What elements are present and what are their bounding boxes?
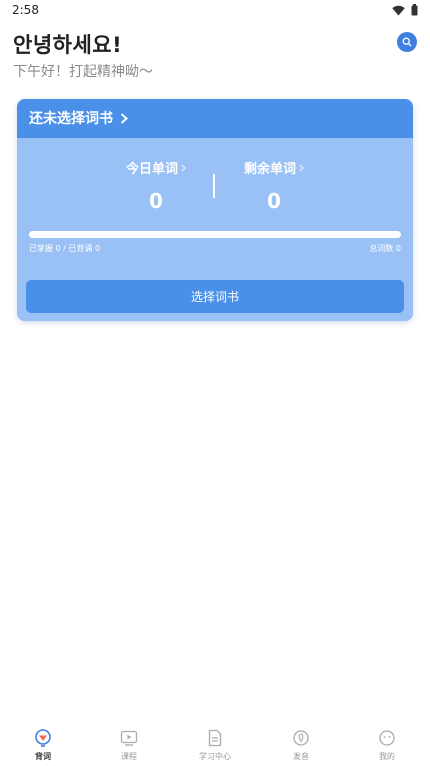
- nav-item-profile[interactable]: 我的: [352, 728, 422, 762]
- today-words-value: 0: [149, 189, 163, 213]
- today-words-label: 今日单词: [125, 162, 178, 177]
- remaining-words-stat[interactable]: 剩余单词 0: [229, 158, 319, 213]
- vocab-icon: [33, 728, 53, 748]
- chevron-right-icon: [120, 113, 128, 124]
- nav-item-pronunciation[interactable]: 发音: [266, 728, 336, 762]
- status-icons: [392, 4, 418, 16]
- nav-label-pronunciation: 发音: [293, 752, 309, 761]
- nav-item-vocab[interactable]: 背词: [8, 728, 78, 762]
- nav-label-profile: 我的: [379, 752, 395, 761]
- status-time: 2:58: [12, 3, 39, 17]
- today-words-label-row: 今日单词: [126, 158, 186, 177]
- progress-total-text: 总词数 0: [369, 244, 401, 253]
- search-button[interactable]: [397, 32, 417, 52]
- study-center-icon: [205, 728, 225, 748]
- nav-item-course[interactable]: 课程: [94, 728, 164, 762]
- greeting-subtitle: 下午好！打起精神呦～: [13, 64, 153, 80]
- greeting-title: 안녕하세요!: [13, 33, 123, 57]
- nav-label-course: 课程: [121, 752, 137, 761]
- nav-item-study-center[interactable]: 学习中心: [180, 728, 250, 762]
- battery-icon: [411, 4, 418, 16]
- choose-book-link[interactable]: 还未选择词书: [29, 108, 128, 128]
- progress-mastered-text: 已掌握 0 / 已背诵 0: [29, 244, 101, 253]
- today-words-stat[interactable]: 今日单词 0: [111, 158, 201, 213]
- remaining-words-label: 剩余单词: [243, 162, 296, 177]
- card-body: 今日单词 0 剩余单词 0 已掌握 0 / 已背诵 0 总词数 0 选择词书: [17, 138, 413, 321]
- chevron-right-icon: [181, 164, 186, 171]
- nav-label-vocab: 背词: [35, 752, 51, 761]
- remaining-words-value: 0: [267, 189, 281, 213]
- wifi-icon: [392, 5, 405, 15]
- status-bar: 2:58: [0, 0, 430, 22]
- stat-divider: [213, 174, 215, 198]
- bottom-nav: 背词 课程 学习中心 发音 我的: [0, 726, 430, 766]
- card-header-label: 还未选择词书: [29, 111, 113, 127]
- chevron-right-icon: [299, 164, 304, 171]
- wordbook-card: 还未选择词书 今日单词 0 剩余单词 0 已掌握 0 / 已背诵 0 总词数 0…: [17, 99, 413, 321]
- remaining-words-label-row: 剩余单词: [244, 158, 304, 177]
- profile-icon: [377, 728, 397, 748]
- course-icon: [119, 728, 139, 748]
- nav-label-study-center: 学习中心: [199, 752, 231, 761]
- progress-bar: [29, 231, 401, 238]
- card-header[interactable]: 还未选择词书: [17, 99, 413, 138]
- search-icon: [402, 37, 412, 47]
- select-wordbook-button[interactable]: 选择词书: [26, 280, 404, 313]
- pronunciation-icon: [291, 728, 311, 748]
